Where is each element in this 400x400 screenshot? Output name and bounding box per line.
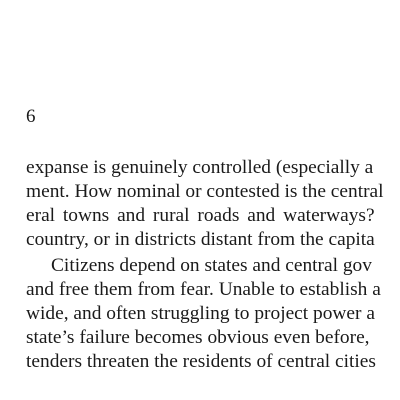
body-text-line: state’s failure becomes obvious even bef…: [26, 327, 370, 348]
body-text-line: tenders threaten the residents of centra…: [26, 351, 376, 372]
page-number: 6: [26, 106, 36, 127]
body-text-line: ment. How nominal or contested is the ce…: [26, 181, 384, 202]
body-text-line: country, or in districts distant from th…: [26, 229, 375, 250]
paragraph-start-line: Citizens depend on states and central go…: [51, 255, 372, 276]
body-text-line: expanse is genuinely controlled (especia…: [26, 157, 374, 178]
book-page: 6 expanse is genuinely controlled (espec…: [0, 0, 400, 400]
body-text-line: and free them from fear. Unable to estab…: [26, 279, 381, 300]
body-text-line: eral towns and rural roads and waterways…: [26, 205, 375, 226]
body-text-line: wide, and often struggling to project po…: [26, 303, 375, 324]
